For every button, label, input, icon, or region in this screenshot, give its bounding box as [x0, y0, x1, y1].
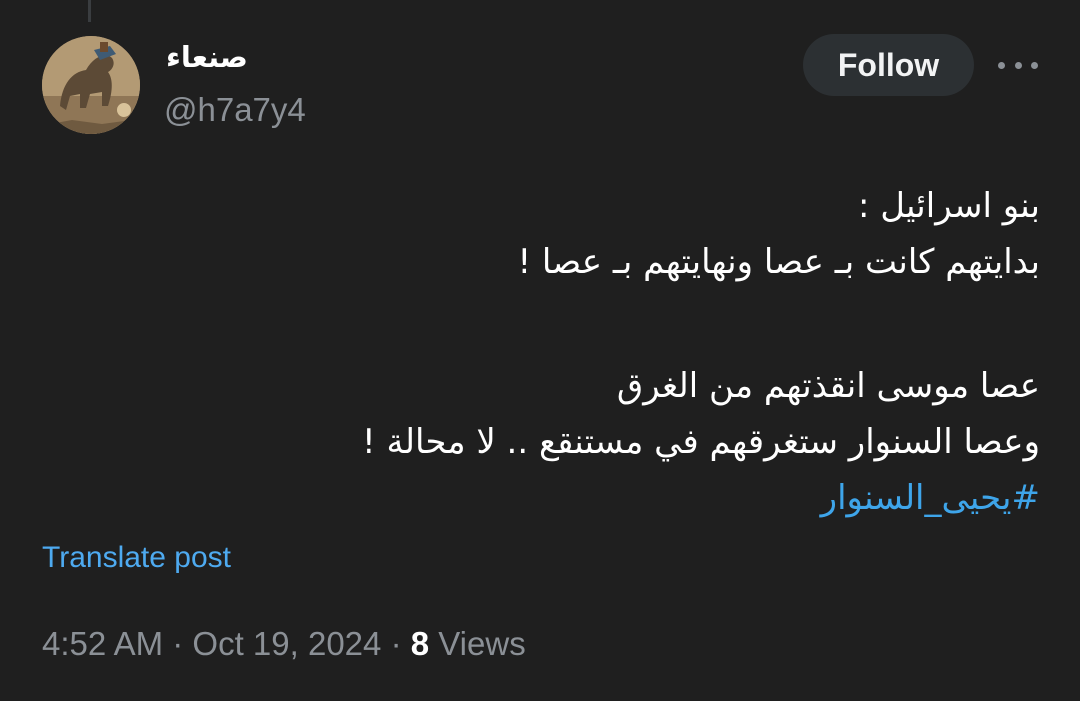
post-date[interactable]: Oct 19, 2024	[192, 625, 381, 662]
author-handle[interactable]: @h7a7y4	[164, 90, 306, 130]
meta-separator: ·	[172, 625, 184, 662]
more-icon-dot	[1014, 61, 1022, 69]
post-line: بنو اسرائيل :	[858, 186, 1040, 226]
follow-button[interactable]: Follow	[803, 34, 974, 96]
hashtag-link[interactable]: #يحيى_السنوار	[80, 470, 1040, 526]
post-line: وعصا السنوار ستغرقهم في مستنقع .. لا محا…	[362, 422, 1040, 462]
post-time[interactable]: 4:52 AM	[42, 625, 163, 662]
more-icon-dot	[1031, 61, 1038, 69]
avatar-illustration	[42, 36, 140, 134]
translate-post-link[interactable]: Translate post	[42, 540, 231, 576]
post-metadata: 4:52 AM · Oct 19, 2024 · 8 Views	[42, 624, 526, 664]
more-horizontal-icon[interactable]	[998, 50, 1038, 80]
views-label: Views	[438, 625, 526, 662]
author-display-name[interactable]: صنعاء	[166, 40, 248, 75]
views-count: 8	[410, 625, 430, 662]
post-body: بنو اسرائيل : بدايتهم كانت بـ عصا ونهايت…	[80, 178, 1040, 526]
post-line: عصا موسى انقذتهم من الغرق	[616, 366, 1040, 406]
meta-separator: ·	[390, 625, 402, 662]
avatar[interactable]	[42, 36, 140, 134]
more-icon-dot	[998, 61, 1005, 69]
post-line: بدايتهم كانت بـ عصا ونهايتهم بـ عصا !	[517, 242, 1040, 282]
thread-connector-line	[88, 0, 91, 22]
